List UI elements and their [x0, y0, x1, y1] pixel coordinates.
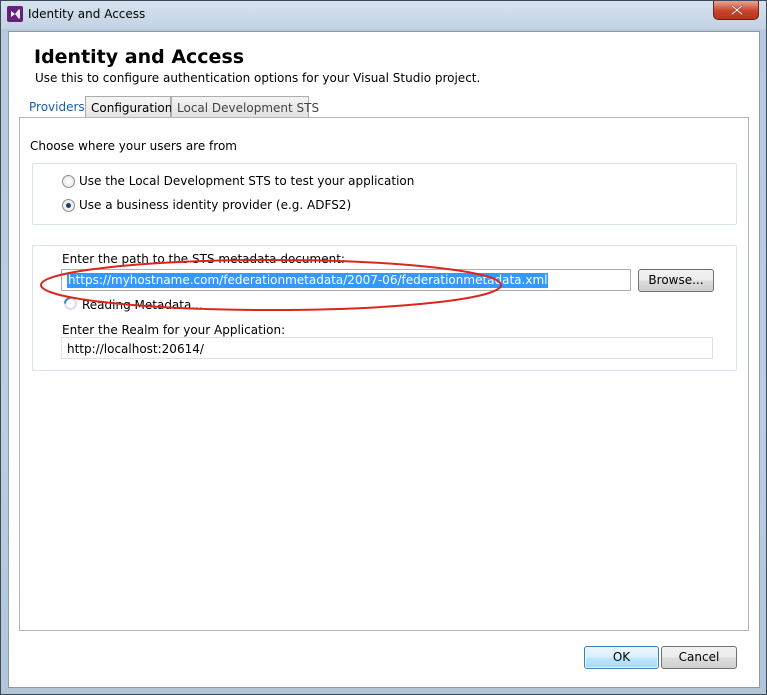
- window-title: Identity and Access: [28, 7, 146, 21]
- provider-options-group: Use the Local Development STS to test yo…: [32, 163, 737, 225]
- tab-providers[interactable]: Providers: [24, 96, 85, 117]
- red-highlight-ellipse: [40, 259, 502, 311]
- radio-label: Use a business identity provider (e.g. A…: [79, 198, 352, 212]
- tab-local-development-sts[interactable]: Local Development STS: [171, 96, 319, 117]
- realm-label: Enter the Realm for your Application:: [62, 323, 286, 337]
- browse-button[interactable]: Browse...: [638, 269, 714, 292]
- dialog-window: Identity and Access Identity and Access …: [0, 0, 767, 695]
- providers-panel: Choose where your users are from Use the…: [19, 117, 749, 631]
- page-title: Identity and Access: [34, 46, 245, 68]
- close-icon: [731, 5, 743, 15]
- radio-selected-dot: [66, 203, 71, 208]
- choose-users-label: Choose where your users are from: [30, 139, 237, 153]
- close-button[interactable]: [713, 1, 759, 20]
- radio-button[interactable]: [62, 175, 75, 188]
- visual-studio-icon: [7, 6, 23, 22]
- dialog-content: Identity and Access Use this to configur…: [8, 31, 760, 688]
- radio-button[interactable]: [62, 199, 75, 212]
- realm-value: http://localhost:20614/: [67, 342, 204, 356]
- ok-button[interactable]: OK: [584, 646, 659, 669]
- radio-label: Use the Local Development STS to test yo…: [79, 174, 415, 188]
- title-bar[interactable]: Identity and Access: [1, 1, 766, 29]
- tab-configuration[interactable]: Configuration: [85, 96, 172, 117]
- page-subtitle: Use this to configure authentication opt…: [35, 71, 481, 85]
- realm-input[interactable]: http://localhost:20614/: [61, 337, 713, 359]
- cancel-button[interactable]: Cancel: [661, 646, 737, 669]
